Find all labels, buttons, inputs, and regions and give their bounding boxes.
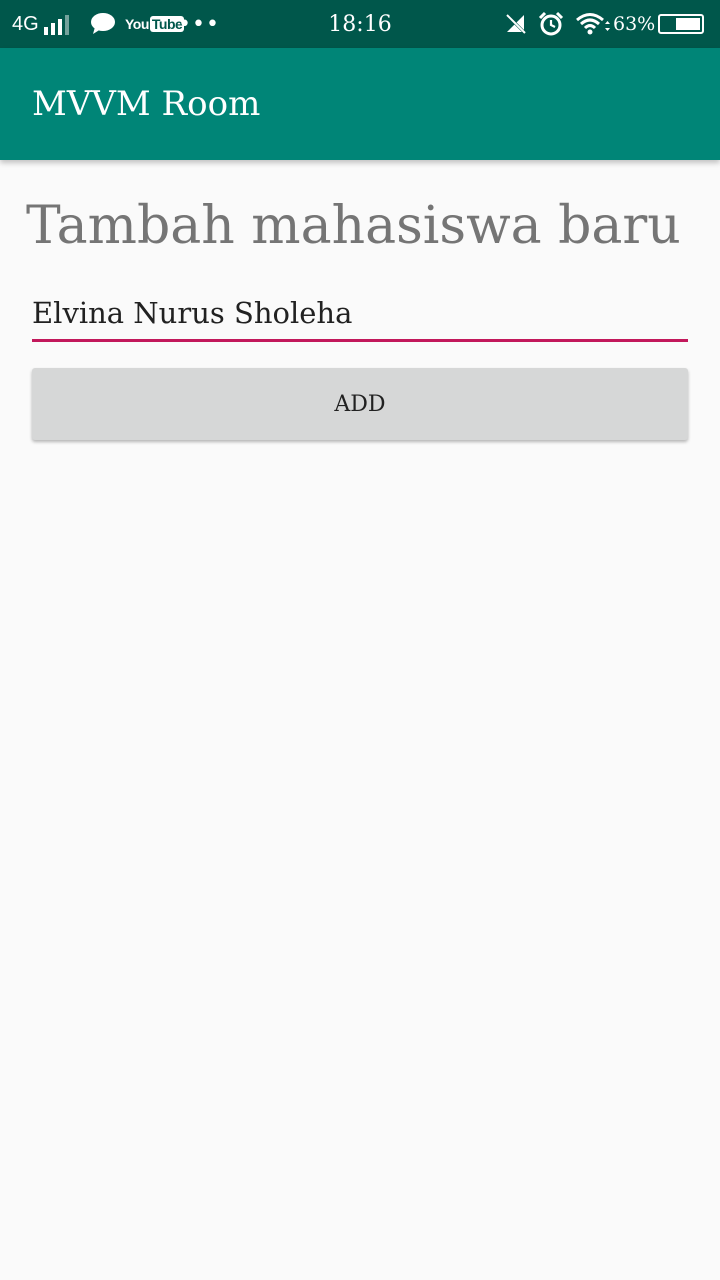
add-button[interactable]: ADD [32, 368, 688, 440]
page-heading: Tambah mahasiswa baru [26, 196, 681, 256]
battery-percent: 63% [613, 13, 656, 35]
wifi-icon [576, 0, 610, 48]
battery-body [658, 14, 704, 34]
battery-icon [658, 0, 704, 48]
app-title: MVVM Room [32, 84, 261, 124]
app-bar: MVVM Room [0, 48, 720, 160]
alarm-icon [538, 0, 564, 48]
student-name-input[interactable] [32, 286, 688, 342]
status-time: 18:16 [328, 11, 392, 37]
status-bar: 4G You Tube ••• 18:16 63% [0, 0, 720, 48]
mute-icon [504, 0, 528, 48]
battery-fill [676, 18, 700, 30]
